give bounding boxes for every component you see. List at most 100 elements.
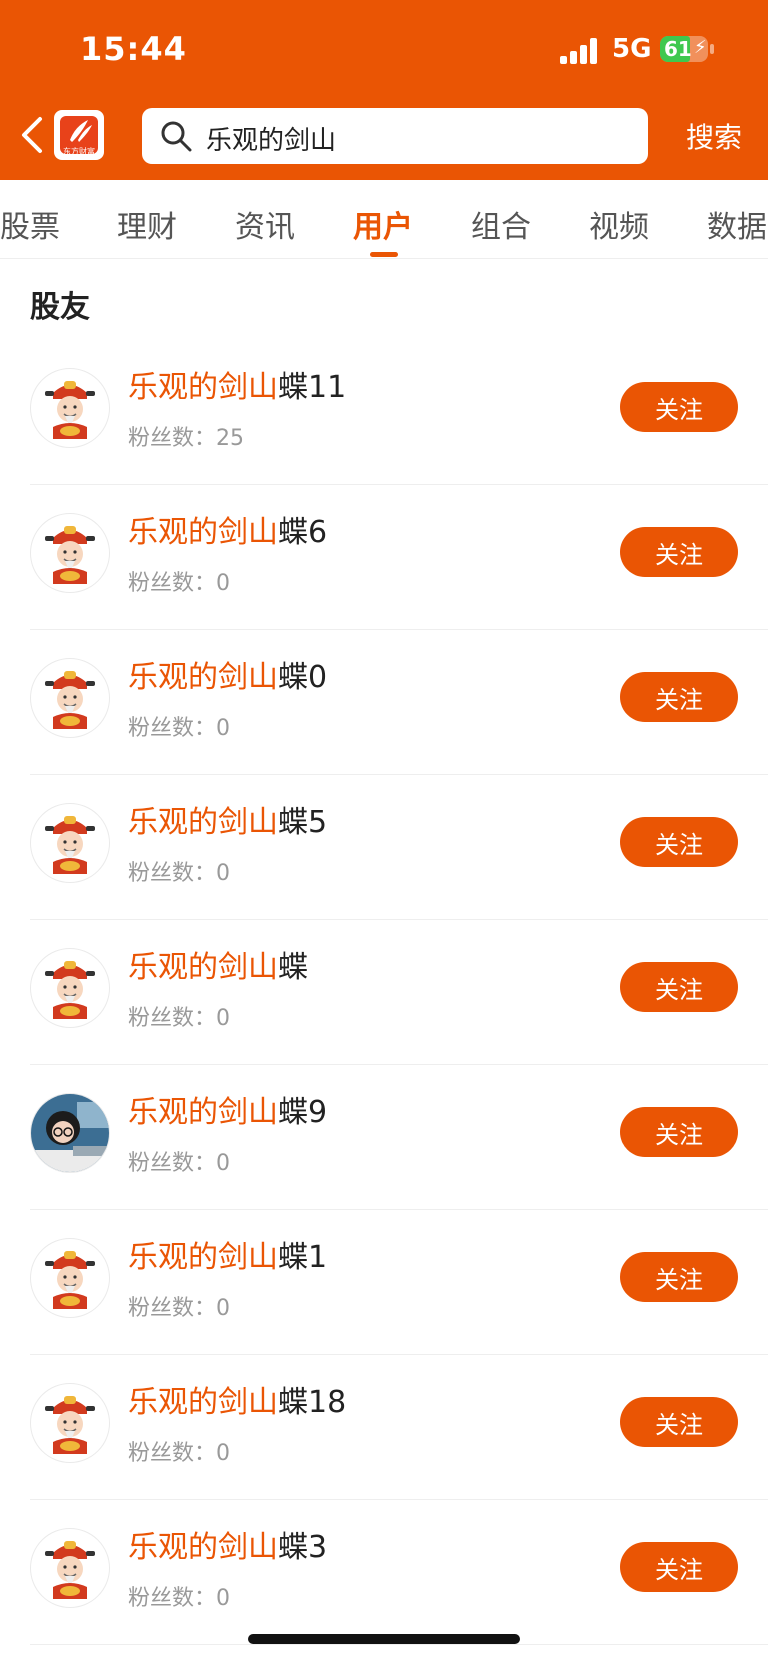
row-divider [30,1644,768,1645]
avatar-image [45,1251,95,1309]
avatar[interactable] [30,1093,110,1173]
avatar-image [45,381,95,439]
follow-button[interactable]: 关注 [620,672,738,722]
user-row[interactable]: 乐观的剑山蝶11 粉丝数：25 关注 [0,340,768,485]
user-name[interactable]: 乐观的剑山蝶18 [128,1377,346,1421]
app-logo[interactable]: 东方财富 [54,110,104,160]
avatar[interactable] [30,368,110,448]
user-name-suffix: 蝶5 [278,805,328,840]
follow-button[interactable]: 关注 [620,527,738,577]
follow-button[interactable]: 关注 [620,1107,738,1157]
tab-news[interactable]: 资讯 [235,202,295,246]
follow-button[interactable]: 关注 [620,1542,738,1592]
tab-videos[interactable]: 视频 [589,202,649,246]
user-name[interactable]: 乐观的剑山蝶9 [128,1087,327,1131]
battery-level: 61 [664,37,692,61]
avatar[interactable] [30,803,110,883]
user-row[interactable]: 乐观的剑山蝶5 粉丝数：0 关注 [0,775,768,920]
charging-bolt-icon: ⚡ [694,37,707,58]
user-name[interactable]: 乐观的剑山蝶3 [128,1522,327,1566]
fans-count: 粉丝数：0 [128,710,230,742]
fans-count: 粉丝数：0 [128,1145,230,1177]
user-row[interactable]: 乐观的剑山蝶0 粉丝数：0 关注 [0,630,768,775]
category-tabs: 股票 理财 资讯 用户 组合 视频 数据 [0,180,768,259]
user-name-highlight: 乐观的剑山 [128,370,278,405]
follow-button[interactable]: 关注 [620,962,738,1012]
user-row[interactable]: 乐观的剑山蝶3 粉丝数：0 关注 [0,1500,768,1645]
fans-value: 0 [216,571,231,596]
back-button[interactable] [16,113,50,157]
user-name[interactable]: 乐观的剑山蝶11 [128,362,346,406]
user-name[interactable]: 乐观的剑山蝶0 [128,652,327,696]
avatar-image [45,671,95,729]
avatar-image [45,961,95,1019]
avatar[interactable] [30,1238,110,1318]
avatar[interactable] [30,658,110,738]
tab-wealth[interactable]: 理财 [117,202,177,246]
user-name-highlight: 乐观的剑山 [128,1530,278,1565]
section-title: 股友 [30,290,90,325]
user-row[interactable]: 乐观的剑山蝶18 粉丝数：0 关注 [0,1355,768,1500]
user-list: 乐观的剑山蝶11 粉丝数：25 关注 乐观的剑山蝶6 粉丝数：0 关注 乐观的剑山蝶0 粉丝数… [0,340,768,1645]
follow-button[interactable]: 关注 [620,1252,738,1302]
follow-button[interactable]: 关注 [620,817,738,867]
status-time: 15:44 [80,30,187,68]
user-name[interactable]: 乐观的剑山蝶6 [128,507,327,551]
active-tab-indicator [370,252,398,257]
avatar-image [45,1396,95,1454]
user-name-suffix: 蝶 [278,950,308,985]
avatar[interactable] [30,513,110,593]
app-logo-text: 东方财富 [63,147,95,156]
user-row[interactable]: 乐观的剑山蝶9 粉丝数：0 关注 [0,1065,768,1210]
avatar[interactable] [30,1528,110,1608]
fans-label: 粉丝数： [128,1296,217,1321]
fans-count: 粉丝数：0 [128,855,230,887]
user-name[interactable]: 乐观的剑山蝶1 [128,1232,327,1276]
user-name[interactable]: 乐观的剑山蝶 [128,942,308,986]
avatar-image [45,816,95,874]
user-name-suffix: 蝶6 [278,515,328,550]
user-name-suffix: 蝶1 [278,1240,328,1275]
search-input[interactable]: 乐观的剑山 [142,108,648,164]
search-icon [161,121,192,152]
avatar[interactable] [30,1383,110,1463]
tab-portfolios[interactable]: 组合 [471,202,531,246]
tab-users[interactable]: 用户 [353,202,413,246]
fans-value: 0 [216,1441,231,1466]
fans-value: 0 [216,1296,231,1321]
fans-label: 粉丝数： [128,1586,217,1611]
fans-count: 粉丝数：0 [128,1580,230,1612]
user-name-highlight: 乐观的剑山 [128,1240,278,1275]
fans-value: 0 [216,1586,231,1611]
avatar-image [45,1541,95,1599]
fans-label: 粉丝数： [128,716,217,741]
user-name-highlight: 乐观的剑山 [128,660,278,695]
chevron-left-icon [22,117,42,153]
follow-button[interactable]: 关注 [620,382,738,432]
user-name-highlight: 乐观的剑山 [128,515,278,550]
user-row[interactable]: 乐观的剑山蝶1 粉丝数：0 关注 [0,1210,768,1355]
fans-value: 25 [216,426,245,451]
user-name-suffix: 蝶3 [278,1530,328,1565]
avatar-image [45,526,95,584]
search-button[interactable]: 搜索 [686,116,742,156]
user-name-suffix: 蝶18 [278,1385,347,1420]
avatar[interactable] [30,948,110,1028]
search-query: 乐观的剑山 [206,126,337,156]
follow-button[interactable]: 关注 [620,1397,738,1447]
tab-data[interactable]: 数据 [707,202,767,246]
fans-label: 粉丝数： [128,426,217,451]
user-row[interactable]: 乐观的剑山蝶6 粉丝数：0 关注 [0,485,768,630]
fans-value: 0 [216,1006,231,1031]
user-row[interactable]: 乐观的剑山蝶粉丝数：0 关注 [0,920,768,1065]
fans-count: 粉丝数：0 [128,1000,230,1032]
fans-count: 粉丝数：0 [128,1290,230,1322]
user-name-suffix: 蝶11 [278,370,347,405]
tab-stocks[interactable]: 股票 [0,202,60,246]
avatar-image [31,1094,109,1172]
battery-icon: 61 ⚡ [660,36,714,62]
user-name[interactable]: 乐观的剑山蝶5 [128,797,327,841]
fans-count: 粉丝数：25 [128,420,244,452]
home-indicator [248,1634,520,1644]
fans-count: 粉丝数：0 [128,1435,230,1467]
